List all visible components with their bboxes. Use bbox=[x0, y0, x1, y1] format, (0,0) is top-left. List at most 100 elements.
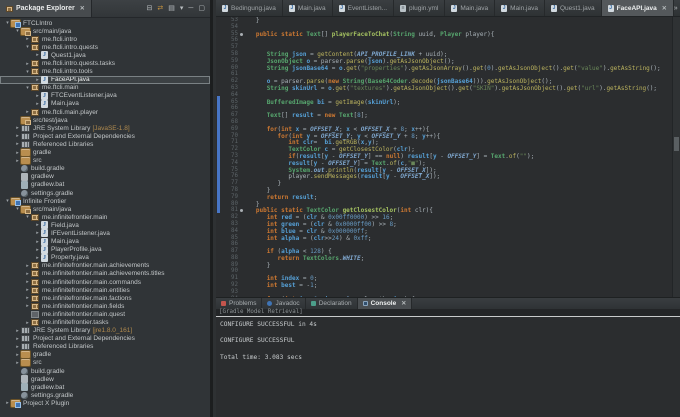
tree-expander-closed-icon[interactable]: ▸ bbox=[14, 133, 21, 139]
tree-expander-closed-icon[interactable]: ▸ bbox=[14, 336, 21, 342]
tree-item-src-test-java[interactable]: src/test/java bbox=[0, 116, 210, 125]
code-line[interactable]: 81 public static TextColor getClosestCol… bbox=[216, 207, 672, 214]
tree-item-src[interactable]: ▸ src bbox=[0, 359, 210, 367]
code-line[interactable]: 88 return TextColors.WHITE; bbox=[216, 255, 672, 262]
code-line[interactable]: 59 JsonObject o = parser.parse(json).get… bbox=[216, 58, 672, 65]
tree-expander-closed-icon[interactable]: ▸ bbox=[4, 400, 11, 406]
code-line[interactable]: 71 int clr= bi.getRGB(x,y); bbox=[216, 139, 672, 146]
editor-tab-bedingung-java[interactable]: J Bedingung.java bbox=[216, 0, 283, 16]
editor-tab-eventlisten-[interactable]: J EventListen... bbox=[333, 0, 395, 16]
tree-expander-closed-icon[interactable]: ▸ bbox=[24, 109, 31, 115]
package-explorer-tab[interactable]: Package Explorer ✕ bbox=[0, 0, 92, 17]
code-line[interactable]: 68 bbox=[216, 119, 672, 126]
code-editor[interactable]: 53 } 54 55 public static Text[] playerFace… bbox=[216, 17, 680, 297]
tree-expander-closed-icon[interactable]: ▸ bbox=[14, 360, 21, 366]
tree-expander-closed-icon[interactable]: ▸ bbox=[24, 271, 31, 277]
tree-item-gradle[interactable]: ▸ gradle bbox=[0, 149, 210, 157]
tree-expander-closed-icon[interactable]: ▸ bbox=[24, 61, 31, 67]
editor-tab-main-java[interactable]: J Main.java bbox=[445, 0, 496, 16]
code-line[interactable]: 63 String skinUrl = o.get("textures").ge… bbox=[216, 85, 672, 92]
code-line[interactable]: 57 bbox=[216, 44, 672, 51]
tree-expander-closed-icon[interactable]: ▸ bbox=[24, 263, 31, 269]
tree-item-ftclintro[interactable]: ▾ FTCLIntro bbox=[0, 19, 210, 28]
tree-expander-closed-icon[interactable]: ▸ bbox=[34, 239, 41, 245]
code-line[interactable]: 75 System.out.println(result[y - OFFSET_… bbox=[216, 167, 672, 174]
tree-item-src[interactable]: ▸ src bbox=[0, 157, 210, 165]
tree-expander-closed-icon[interactable]: ▸ bbox=[34, 255, 41, 261]
tree-item-me-ftcli-intro-quests-tasks[interactable]: ▸ me.ftcli.intro.quests.tasks bbox=[0, 59, 210, 68]
close-icon[interactable]: ✕ bbox=[662, 5, 667, 12]
tree-expander-closed-icon[interactable]: ▸ bbox=[34, 247, 41, 253]
tree-item-referenced-libraries[interactable]: ▸ Referenced Libraries bbox=[0, 343, 210, 351]
code-line[interactable]: 70 for(int y = OFFSET_Y; y < OFFSET_Y + … bbox=[216, 133, 672, 140]
tree-expander-closed-icon[interactable]: ▸ bbox=[14, 158, 21, 164]
tree-item-src-main-java[interactable]: ▾ src/main/java bbox=[0, 27, 210, 36]
code-line[interactable]: 72 TextColor c = getClosestColor(clr); bbox=[216, 146, 672, 153]
tree-expander-open-icon[interactable]: ▾ bbox=[24, 85, 31, 91]
console-tab-javadoc[interactable]: Javadoc bbox=[262, 298, 306, 309]
minimize-icon[interactable]: ─ bbox=[188, 5, 193, 13]
tree-expander-closed-icon[interactable]: ▸ bbox=[34, 230, 41, 236]
tree-item-project-and-external-dependencies[interactable]: ▸ Project and External Dependencies bbox=[0, 132, 210, 140]
code-line[interactable]: 78 } bbox=[216, 187, 672, 194]
tree-expander-open-icon[interactable]: ▾ bbox=[24, 69, 31, 75]
code-line[interactable]: 55 public static Text[] playerFaceToChat… bbox=[216, 31, 672, 38]
tree-item-me-infinitefrontier-main-quest[interactable]: me.infinitefrontier.main.quest bbox=[0, 310, 210, 318]
code-line[interactable]: 56 bbox=[216, 37, 672, 44]
tree-expander-closed-icon[interactable]: ▸ bbox=[14, 125, 21, 131]
editor-scrollbar[interactable] bbox=[672, 17, 680, 297]
code-line[interactable]: 65 BufferedImage bi = getImage(skinUrl); bbox=[216, 99, 672, 106]
code-line[interactable]: 60 String jsonBase64 = o.get("properties… bbox=[216, 65, 672, 72]
code-line[interactable]: 83 int green = (clr & 0x0000ff00) >> 8; bbox=[216, 221, 672, 228]
tree-item-jre-system-library[interactable]: ▸ JRE System Library [JavaSE-1.8] bbox=[0, 124, 210, 132]
code-line[interactable]: 89 } bbox=[216, 262, 672, 269]
tree-item-jre-system-library[interactable]: ▸ JRE System Library [jre1.8.0_161] bbox=[0, 327, 210, 335]
tree-item-settings-gradle[interactable]: settings.gradle bbox=[0, 391, 210, 399]
code-line[interactable]: 92 int best = -1; bbox=[216, 282, 672, 289]
tree-expander-closed-icon[interactable]: ▸ bbox=[34, 77, 41, 83]
tree-item-property-java[interactable]: ▸ J Property.java bbox=[0, 253, 210, 262]
editor-scrollbar-thumb[interactable] bbox=[674, 137, 679, 151]
tree-expander-closed-icon[interactable]: ▸ bbox=[34, 52, 41, 58]
tree-expander-open-icon[interactable]: ▾ bbox=[24, 44, 31, 50]
editor-tab-faceapi-java[interactable]: J FaceAPI.java ✕ bbox=[601, 0, 674, 16]
tree-expander-closed-icon[interactable]: ▸ bbox=[14, 344, 21, 350]
code-line[interactable]: 53 } bbox=[216, 17, 672, 24]
tree-expander-closed-icon[interactable]: ▸ bbox=[34, 222, 41, 228]
tree-item-quest1-java[interactable]: ▸ J Quest1.java bbox=[0, 51, 210, 60]
editor-tab-main-java[interactable]: J Main.java bbox=[283, 0, 333, 16]
tree-expander-open-icon[interactable]: ▾ bbox=[24, 214, 31, 220]
maximize-icon[interactable]: ▢ bbox=[198, 5, 205, 13]
console-tab-console[interactable]: Console ✕ bbox=[357, 298, 413, 309]
code-line[interactable]: 62 o = parser.parse(new String(Base64Cod… bbox=[216, 78, 672, 85]
tree-item-me-infinitefrontier-main-achievements-titles[interactable]: ▸ me.infinitefrontier.main.achievements.t… bbox=[0, 270, 210, 278]
code-line[interactable]: 90 bbox=[216, 268, 672, 275]
tree-item-build-gradle[interactable]: build.gradle bbox=[0, 367, 210, 375]
code-line[interactable]: 67 Text[] result = new Text[8]; bbox=[216, 112, 672, 119]
tree-item-me-infinitefrontier-main-fields[interactable]: ▸ me.infinitefrontier.main.fields bbox=[0, 302, 210, 310]
code-line[interactable]: 66 bbox=[216, 105, 672, 112]
code-line[interactable]: 84 int blue = clr & 0x000000ff; bbox=[216, 228, 672, 235]
code-line[interactable]: 76 player.sendMessages(result[y - OFFSET… bbox=[216, 173, 672, 180]
tree-item-me-ftcli-intro-tools[interactable]: ▾ me.ftcli.intro.tools bbox=[0, 68, 210, 76]
tree-item-me-infinitefrontier-main-factions[interactable]: ▸ me.infinitefrontier.main.factions bbox=[0, 294, 210, 302]
tree-expander-closed-icon[interactable]: ▸ bbox=[24, 303, 31, 309]
code-line[interactable]: 82 int red = (clr & 0x00ff0000) >> 16; bbox=[216, 214, 672, 221]
close-icon[interactable]: ✕ bbox=[401, 300, 406, 307]
tree-expander-closed-icon[interactable]: ▸ bbox=[24, 287, 31, 293]
code-line[interactable]: 86 bbox=[216, 241, 672, 248]
tree-expander-closed-icon[interactable]: ▸ bbox=[24, 295, 31, 301]
tree-expander-closed-icon[interactable]: ▸ bbox=[24, 36, 31, 42]
tree-expander-open-icon[interactable]: ▾ bbox=[14, 206, 21, 212]
code-line[interactable]: 87 if (alpha < 128) { bbox=[216, 248, 672, 255]
tree-item-gradlew-bat[interactable]: gradlew.bat bbox=[0, 383, 210, 392]
tree-item-main-java[interactable]: ▸ J Main.java bbox=[0, 237, 210, 246]
code-line[interactable]: 79 return result; bbox=[216, 194, 672, 201]
tree-item-gradlew[interactable]: gradlew bbox=[0, 375, 210, 384]
code-line[interactable]: 58 String json = getContent(API_PROFILE_… bbox=[216, 51, 672, 58]
tree-expander-open-icon[interactable]: ▾ bbox=[14, 28, 21, 34]
tree-item-me-ftcli-intro[interactable]: ▸ me.ftcli.intro bbox=[0, 35, 210, 43]
tree-item-me-infinitefrontier-main-commands[interactable]: ▸ me.infinitefrontier.main.commands bbox=[0, 278, 210, 286]
chevron-down-icon[interactable]: ▾ bbox=[180, 5, 184, 13]
collapse-all-icon[interactable]: ⊟ bbox=[147, 5, 153, 13]
